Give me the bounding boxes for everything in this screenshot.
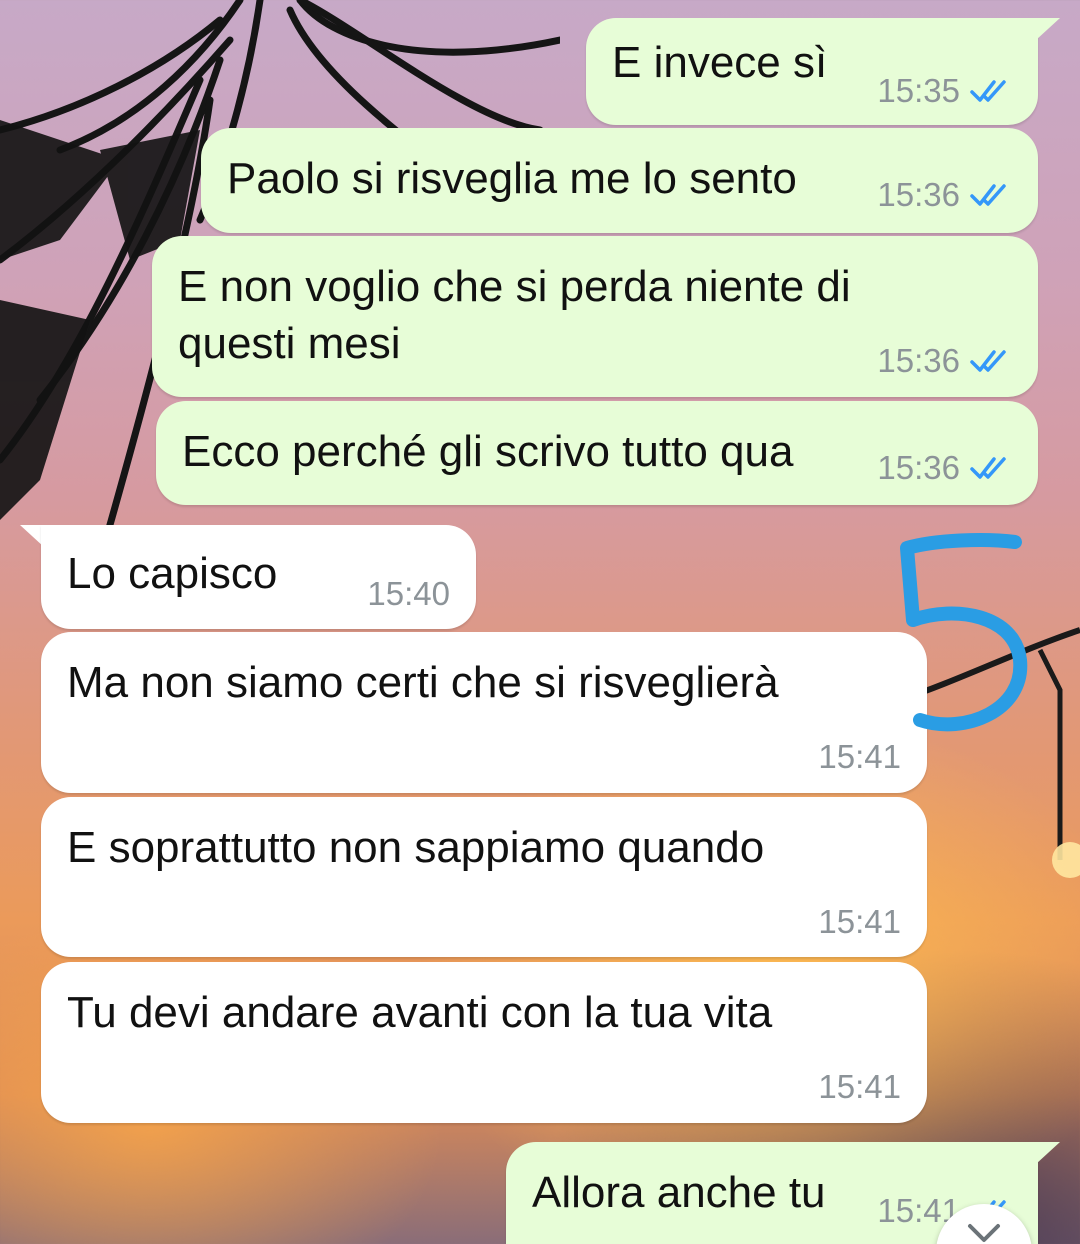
message-text: Ma non siamo certi che si risveglierà <box>67 658 779 707</box>
outgoing-message[interactable]: Ecco perché gli scrivo tutto qua 15:36 <box>156 401 1038 505</box>
message-text: Ecco perché gli scrivo tutto qua <box>182 427 794 476</box>
handwritten-five <box>900 533 1028 732</box>
incoming-message[interactable]: E soprattutto non sappiamo quando 15:41 <box>41 797 927 957</box>
outgoing-message[interactable]: Paolo si risveglia me lo sento 15:36 <box>201 128 1038 233</box>
incoming-message[interactable]: Tu devi andare avanti con la tua vita 15… <box>41 962 927 1123</box>
message-text: Tu devi andare avanti con la tua vita <box>67 988 773 1037</box>
message-time: 15:36 <box>877 176 960 213</box>
bubble-tail <box>1036 1142 1060 1164</box>
message-text: E invece sì <box>612 38 828 87</box>
message-meta: 15:41 <box>818 738 901 776</box>
message-time: 15:41 <box>818 903 901 940</box>
message-meta: 15:41 <box>818 1068 901 1106</box>
message-meta: 15:40 <box>367 575 450 613</box>
message-time: 15:40 <box>367 575 450 612</box>
double-check-icon <box>970 80 1006 102</box>
double-check-icon <box>970 350 1006 372</box>
incoming-message[interactable]: Ma non siamo certi che si risveglierà 15… <box>41 632 927 793</box>
double-check-icon <box>970 184 1006 206</box>
outgoing-message[interactable]: E non voglio che si perda niente di ques… <box>152 236 1038 397</box>
message-time: 15:35 <box>877 72 960 109</box>
message-text: E soprattutto non sappiamo quando <box>67 823 765 872</box>
message-meta: 15:41 <box>818 903 901 941</box>
message-meta: 15:36 <box>877 342 1012 380</box>
incoming-message[interactable]: Lo capisco 15:40 <box>41 525 476 629</box>
message-text: E non voglio che si perda niente di ques… <box>178 262 851 368</box>
message-text: Lo capisco <box>67 549 278 598</box>
outgoing-message[interactable]: E invece sì 15:35 <box>586 18 1038 125</box>
message-meta: 15:36 <box>877 176 1012 214</box>
message-meta: 15:36 <box>877 449 1012 487</box>
message-time: 15:36 <box>877 449 960 486</box>
message-meta: 15:35 <box>877 72 1012 110</box>
message-text: Paolo si risveglia me lo sento <box>227 154 797 203</box>
message-time: 15:41 <box>818 1068 901 1105</box>
message-time: 15:41 <box>818 738 901 775</box>
bubble-tail <box>1036 18 1060 40</box>
chevron-down-icon <box>968 1224 1000 1242</box>
double-check-icon <box>970 457 1006 479</box>
message-time: 15:36 <box>877 342 960 379</box>
message-text: Allora anche tu <box>532 1168 826 1217</box>
